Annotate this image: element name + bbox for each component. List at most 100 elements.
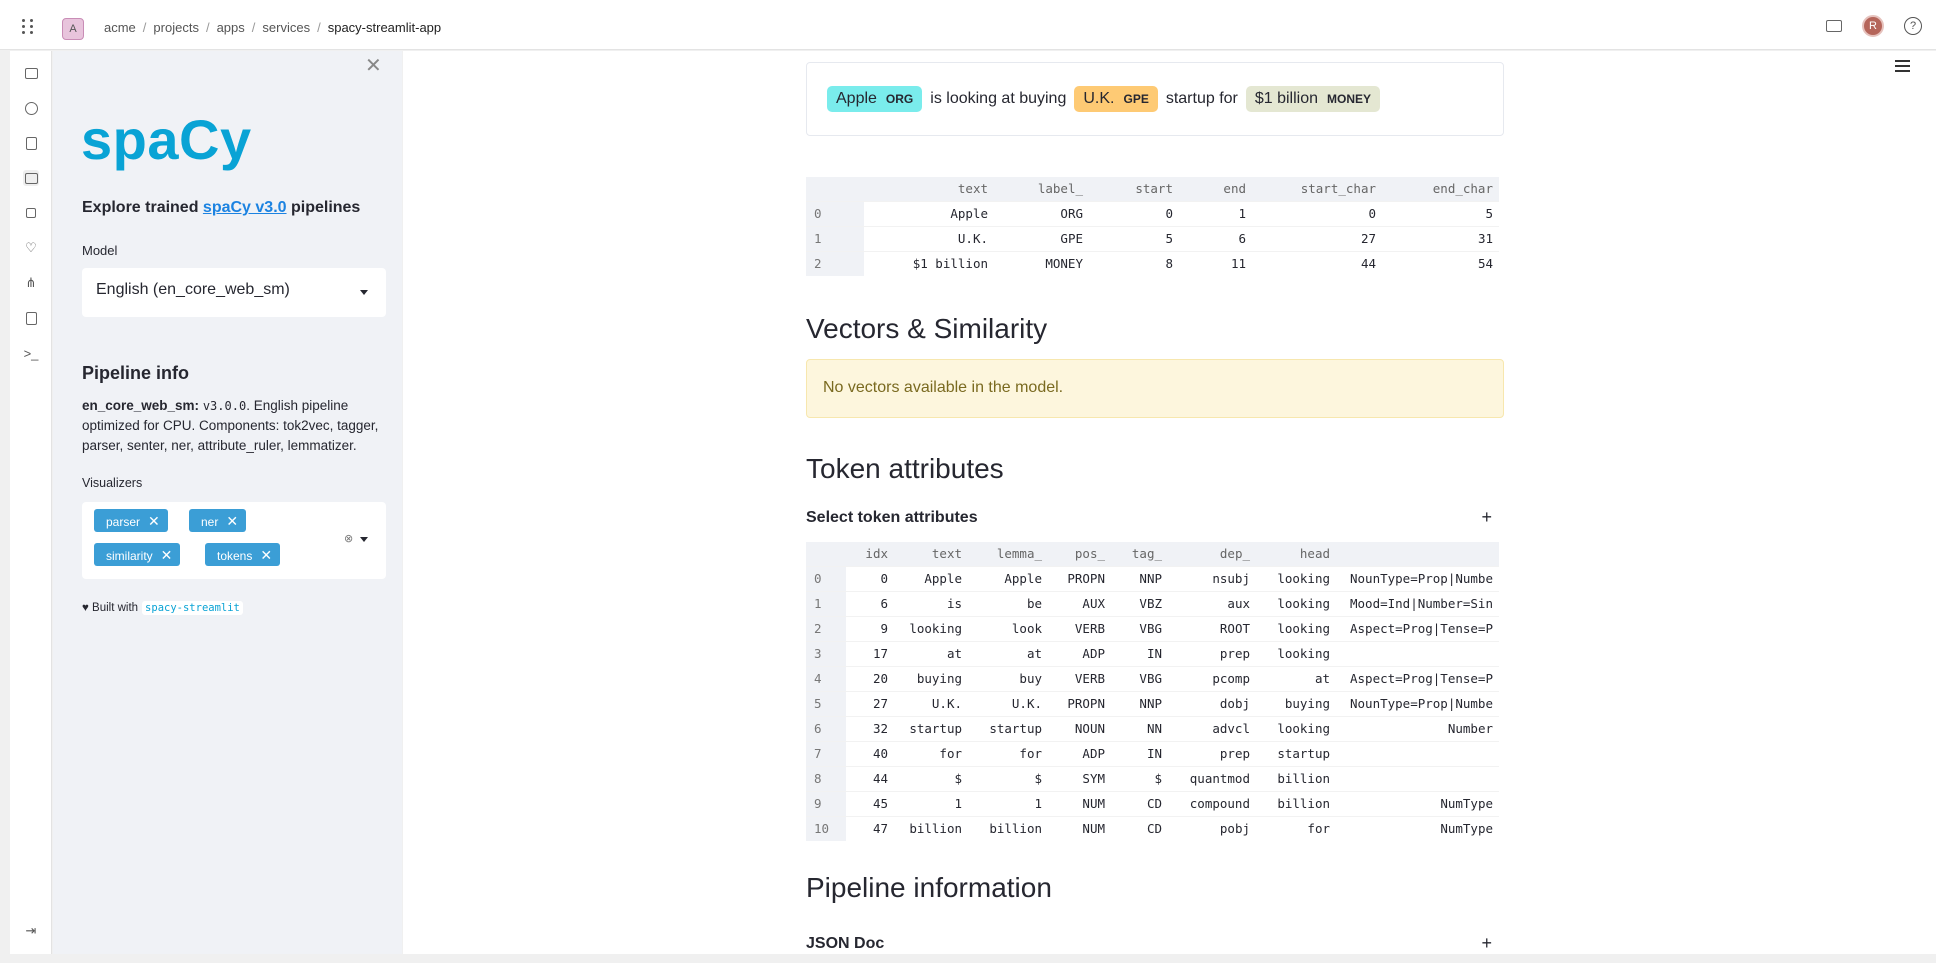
- table-cell: 40: [846, 740, 894, 766]
- table-cell: 20: [846, 665, 894, 691]
- clear-all-icon[interactable]: ⊗: [344, 532, 353, 545]
- table-cell: 54: [1382, 250, 1499, 276]
- table-cell: 0: [1252, 200, 1382, 226]
- table-cell: looking: [1256, 640, 1336, 666]
- table-cell: $: [968, 765, 1048, 791]
- table-cell: aux: [1168, 590, 1256, 616]
- row-index: 5: [806, 690, 846, 716]
- health-icon[interactable]: ♡: [23, 240, 39, 256]
- remove-tag-icon[interactable]: ✕: [161, 547, 173, 563]
- breadcrumb-services[interactable]: services: [262, 20, 310, 35]
- history-icon[interactable]: [23, 100, 39, 116]
- table-cell: advcl: [1168, 715, 1256, 741]
- table-cell: 31: [1382, 225, 1499, 251]
- row-index: 4: [806, 665, 846, 691]
- table-row: 8 44 $ $ SYM $ quantmod billion: [806, 765, 1499, 791]
- panel-icon[interactable]: [23, 65, 39, 81]
- remove-tag-icon[interactable]: ✕: [260, 547, 272, 563]
- table-header-row: idx text lemma_ pos_ tag_ dep_ head: [806, 542, 1499, 566]
- row-index: 8: [806, 765, 846, 791]
- table-cell: 45: [846, 790, 894, 816]
- pipeline-information-heading: Pipeline information: [806, 872, 1052, 903]
- visualizers-multiselect[interactable]: parser ✕ ner ✕ similarity ✕ tokens ✕ ⊗: [82, 502, 386, 579]
- hierarchy-icon[interactable]: ⋔: [23, 275, 39, 291]
- table-cell: for: [968, 740, 1048, 766]
- spacy-streamlit-link[interactable]: spacy-streamlit: [142, 601, 243, 615]
- dashboard-icon[interactable]: [23, 170, 39, 186]
- table-cell: U.K.: [864, 225, 994, 251]
- close-sidebar-icon[interactable]: ✕: [365, 53, 382, 78]
- table-row: 3 17 at at ADP IN prep looking: [806, 640, 1499, 666]
- plus-icon[interactable]: +: [1481, 933, 1492, 954]
- table-cell: 1: [894, 790, 968, 816]
- table-cell: 6: [846, 590, 894, 616]
- table-cell: at: [968, 640, 1048, 666]
- vectors-heading: Vectors & Similarity: [806, 313, 1048, 344]
- table-cell: 27: [846, 690, 894, 716]
- table-cell: pcomp: [1168, 665, 1256, 691]
- token-attributes-expander[interactable]: Select token attributes +: [806, 507, 1504, 528]
- help-icon[interactable]: ?: [1904, 17, 1922, 35]
- table-cell: ORG: [994, 200, 1089, 226]
- spacy-version-link[interactable]: spaCy v3.0: [203, 199, 287, 216]
- main-content: Apple ORG is looking at buying U.K. GPE st…: [403, 51, 1936, 954]
- row-index: 0: [806, 565, 846, 591]
- json-doc-expander[interactable]: JSON Doc +: [806, 933, 1504, 954]
- table-cell: 5: [1089, 225, 1179, 251]
- breadcrumb: acme / projects / apps / services / spacy-st…: [104, 20, 442, 35]
- plus-icon[interactable]: +: [1481, 507, 1492, 528]
- table-cell: pobj: [1168, 815, 1256, 841]
- document-icon[interactable]: [23, 310, 39, 326]
- table-cell: Apple: [894, 565, 968, 591]
- table-cell: [1336, 765, 1499, 791]
- table-cell: VBG: [1111, 615, 1168, 641]
- table-row: 0 Apple ORG 0 1 0 5: [806, 200, 1499, 226]
- left-rail: ♡ ⋔ >_ ⇥: [10, 51, 52, 954]
- breadcrumb-current: spacy-streamlit-app: [327, 20, 442, 35]
- row-index: 1: [806, 590, 846, 616]
- entities-table: text label_ start end start_char end_cha…: [806, 177, 1499, 276]
- table-cell: prep: [1168, 640, 1256, 666]
- table-cell: $1 billion: [864, 250, 994, 276]
- table-cell: dobj: [1168, 690, 1256, 716]
- breadcrumb-projects[interactable]: projects: [153, 20, 199, 35]
- table-row: 1 U.K. GPE 5 6 27 31: [806, 225, 1499, 251]
- visualizers-label: Visualizers: [82, 476, 143, 490]
- table-cell: billion: [894, 815, 968, 841]
- table-cell: buying: [894, 665, 968, 691]
- integrations-icon[interactable]: [23, 205, 39, 221]
- folder-icon[interactable]: [1826, 20, 1842, 32]
- entity-org: Apple ORG: [827, 86, 923, 112]
- pipeline-info-desc: en_core_web_sm: v3.0.0. English pipeline…: [82, 398, 379, 453]
- app-sidebar: ✕ spaCy Explore trained spaCy v3.0 pipel…: [53, 51, 402, 954]
- avatar[interactable]: R: [1862, 15, 1884, 37]
- chevron-down-icon[interactable]: [360, 537, 368, 542]
- table-cell: CD: [1111, 815, 1168, 841]
- table-cell: VBZ: [1111, 590, 1168, 616]
- remove-tag-icon[interactable]: ✕: [226, 513, 238, 529]
- apps-grid-icon[interactable]: [22, 19, 36, 34]
- table-cell: buy: [968, 665, 1048, 691]
- table-cell: billion: [1256, 790, 1336, 816]
- table-cell: 11: [1179, 250, 1252, 276]
- table-cell: looking: [894, 615, 968, 641]
- breadcrumb-acme[interactable]: acme: [104, 20, 136, 35]
- table-cell: $: [894, 765, 968, 791]
- table-cell: looking: [1256, 615, 1336, 641]
- menu-icon[interactable]: [1895, 60, 1910, 75]
- remove-tag-icon[interactable]: ✕: [148, 513, 160, 529]
- expand-icon[interactable]: ⇥: [23, 923, 39, 939]
- table-cell: compound: [1168, 790, 1256, 816]
- table-cell: IN: [1111, 640, 1168, 666]
- clipboard-icon[interactable]: [23, 135, 39, 151]
- table-cell: at: [1256, 665, 1336, 691]
- table-cell: NNP: [1111, 690, 1168, 716]
- table-cell: CD: [1111, 790, 1168, 816]
- model-select[interactable]: English (en_core_web_sm): [82, 268, 386, 317]
- org-badge[interactable]: A: [62, 18, 84, 40]
- table-cell: 1: [1179, 200, 1252, 226]
- terminal-icon[interactable]: >_: [23, 345, 39, 361]
- table-cell: IN: [1111, 740, 1168, 766]
- table-cell: PROPN: [1048, 690, 1111, 716]
- breadcrumb-apps[interactable]: apps: [217, 20, 245, 35]
